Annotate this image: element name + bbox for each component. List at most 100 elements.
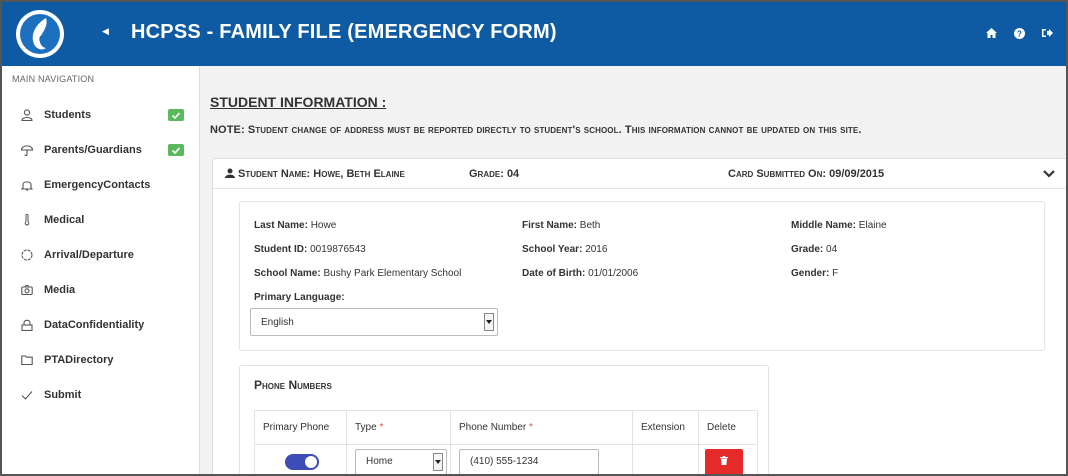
home-icon[interactable] — [984, 26, 998, 40]
student-name-heading: Student Name: Howe, Beth Elaine — [225, 168, 405, 181]
phone-numbers-panel: Phone Numbers Primary Phone Type * Phone… — [239, 365, 769, 474]
check-icon — [20, 388, 34, 402]
caret-down-icon — [484, 313, 494, 331]
phone-table-header: Primary Phone Type * Phone Number * Exte… — [254, 410, 758, 445]
col-extension: Extension — [632, 410, 699, 445]
bell-icon — [20, 178, 34, 192]
sign-out-icon[interactable] — [1040, 26, 1054, 40]
camera-icon — [20, 283, 34, 297]
sidebar-item-label: DataConfidentiality — [44, 319, 145, 331]
primary-language-select[interactable]: English — [250, 308, 498, 336]
delete-cell — [698, 444, 758, 474]
sidebar-item-label: Parents/Guardians — [44, 144, 142, 156]
middle-name-value: Elaine — [858, 220, 887, 231]
col-phone-number: Phone Number * — [450, 410, 633, 445]
sidebar-item-students[interactable]: Students — [2, 100, 200, 130]
main-content: STUDENT INFORMATION : NOTE: Student chan… — [200, 66, 1066, 474]
app-window: ◀ HCPSS - FAMILY FILE (EMERGENCY FORM) ?… — [0, 0, 1068, 476]
complete-check-icon — [168, 144, 184, 156]
required-mark: * — [379, 422, 384, 433]
middle-name-field: Middle Name: Elaine — [791, 220, 887, 231]
caret-down-icon — [433, 452, 443, 471]
student-name-text: Student Name: Howe, Beth Elaine — [238, 168, 405, 180]
sidebar-item-label: Students — [44, 109, 92, 121]
student-id-field: Student ID: 0019876543 — [254, 244, 366, 255]
student-card-header[interactable]: Student Name: Howe, Beth Elaine Grade: 0… — [213, 159, 1066, 189]
lock-icon — [20, 318, 34, 332]
student-card: Student Name: Howe, Beth Elaine Grade: 0… — [212, 158, 1066, 474]
student-details: Last Name: Howe First Name: Beth Middle … — [239, 201, 1045, 351]
folder-icon — [20, 353, 34, 367]
school-name-value: Bushy Park Elementary School — [323, 268, 462, 279]
grade-value: 04 — [826, 244, 838, 255]
gender-value: F — [832, 268, 839, 279]
sidebar-item-medical[interactable]: Medical — [2, 205, 200, 235]
sidebar-item-label: Media — [44, 284, 76, 296]
top-bar: ◀ HCPSS - FAMILY FILE (EMERGENCY FORM) ? — [2, 2, 1066, 66]
date-of-birth-field: Date of Birth: 01/01/2006 — [522, 268, 639, 279]
grade-field: Grade: 04 — [791, 244, 838, 255]
first-name-value: Beth — [579, 220, 601, 231]
gender-field: Gender: F — [791, 268, 839, 279]
sidebar-item-label: Submit — [44, 389, 82, 401]
sidebar-item-data-confidentiality[interactable]: DataConfidentiality — [2, 310, 200, 340]
flame-logo-icon — [20, 14, 60, 54]
phone-type-value: Home — [366, 456, 393, 467]
primary-phone-toggle[interactable] — [285, 453, 319, 470]
extension-cell[interactable] — [632, 444, 699, 474]
delete-phone-button[interactable] — [705, 448, 743, 474]
svg-text:?: ? — [1017, 29, 1022, 38]
sidebar-item-label: Arrival/Departure — [44, 249, 134, 261]
sidebar-item-submit[interactable]: Submit — [2, 380, 200, 410]
primary-phone-cell — [254, 444, 347, 474]
date-of-birth-value: 01/01/2006 — [588, 268, 639, 279]
col-delete: Delete — [698, 410, 758, 445]
type-cell: Home — [346, 444, 451, 474]
trash-icon — [720, 455, 728, 468]
first-name-field: First Name: Beth — [522, 220, 601, 231]
school-name-field: School Name: Bushy Park Elementary Schoo… — [254, 268, 462, 279]
table-row: Home — [254, 444, 758, 474]
address-change-note: NOTE: Student change of address must be … — [210, 124, 862, 136]
sidebar-item-emergency-contacts[interactable]: EmergencyContacts — [2, 170, 200, 200]
sidebar-item-label: EmergencyContacts — [44, 179, 151, 191]
col-type: Type * — [346, 410, 451, 445]
thermometer-icon — [20, 213, 34, 227]
user-icon — [225, 168, 235, 181]
phone-number-input[interactable] — [459, 448, 599, 474]
phone-table: Primary Phone Type * Phone Number * Exte… — [254, 410, 758, 474]
primary-language-value: English — [261, 316, 294, 328]
required-mark: * — [529, 422, 533, 433]
user-icon — [20, 108, 34, 122]
primary-language-label: Primary Language: — [254, 292, 345, 303]
sidebar-item-pta-directory[interactable]: PTADirectory — [2, 345, 200, 375]
sidebar-toggle-icon[interactable]: ◀ — [102, 26, 109, 37]
nav-heading: MAIN NAVIGATION — [12, 74, 95, 84]
phone-numbers-title: Phone Numbers — [254, 378, 332, 392]
sidebar: MAIN NAVIGATION Students Parents/Guardia… — [2, 66, 200, 474]
school-year-field: School Year: 2016 — [522, 244, 608, 255]
school-year-value: 2016 — [585, 244, 608, 255]
hcpss-logo[interactable] — [16, 10, 64, 58]
chevron-down-icon[interactable] — [1043, 169, 1055, 179]
phone-type-select[interactable]: Home — [355, 448, 447, 474]
last-name-field: Last Name: Howe — [254, 220, 337, 231]
col-primary-phone: Primary Phone — [254, 410, 347, 445]
clock-icon — [20, 248, 34, 262]
sidebar-item-label: PTADirectory — [44, 354, 114, 366]
card-submitted-heading: Card Submitted On: 09/09/2015 — [728, 168, 885, 180]
header-actions: ? — [984, 26, 1054, 40]
complete-check-icon — [168, 109, 184, 121]
app-title: HCPSS - FAMILY FILE (EMERGENCY FORM) — [131, 21, 557, 43]
last-name-value: Howe — [310, 220, 337, 231]
sidebar-item-arrival-departure[interactable]: Arrival/Departure — [2, 240, 200, 270]
phone-number-cell — [450, 444, 633, 474]
sidebar-item-media[interactable]: Media — [2, 275, 200, 305]
student-id-value: 0019876543 — [310, 244, 366, 255]
help-icon[interactable]: ? — [1012, 26, 1026, 40]
grade-heading: Grade: 04 — [469, 168, 520, 180]
sidebar-item-parents-guardians[interactable]: Parents/Guardians — [2, 135, 200, 165]
section-title: STUDENT INFORMATION : — [210, 94, 387, 110]
umbrella-icon — [20, 143, 34, 157]
sidebar-item-label: Medical — [44, 214, 85, 226]
